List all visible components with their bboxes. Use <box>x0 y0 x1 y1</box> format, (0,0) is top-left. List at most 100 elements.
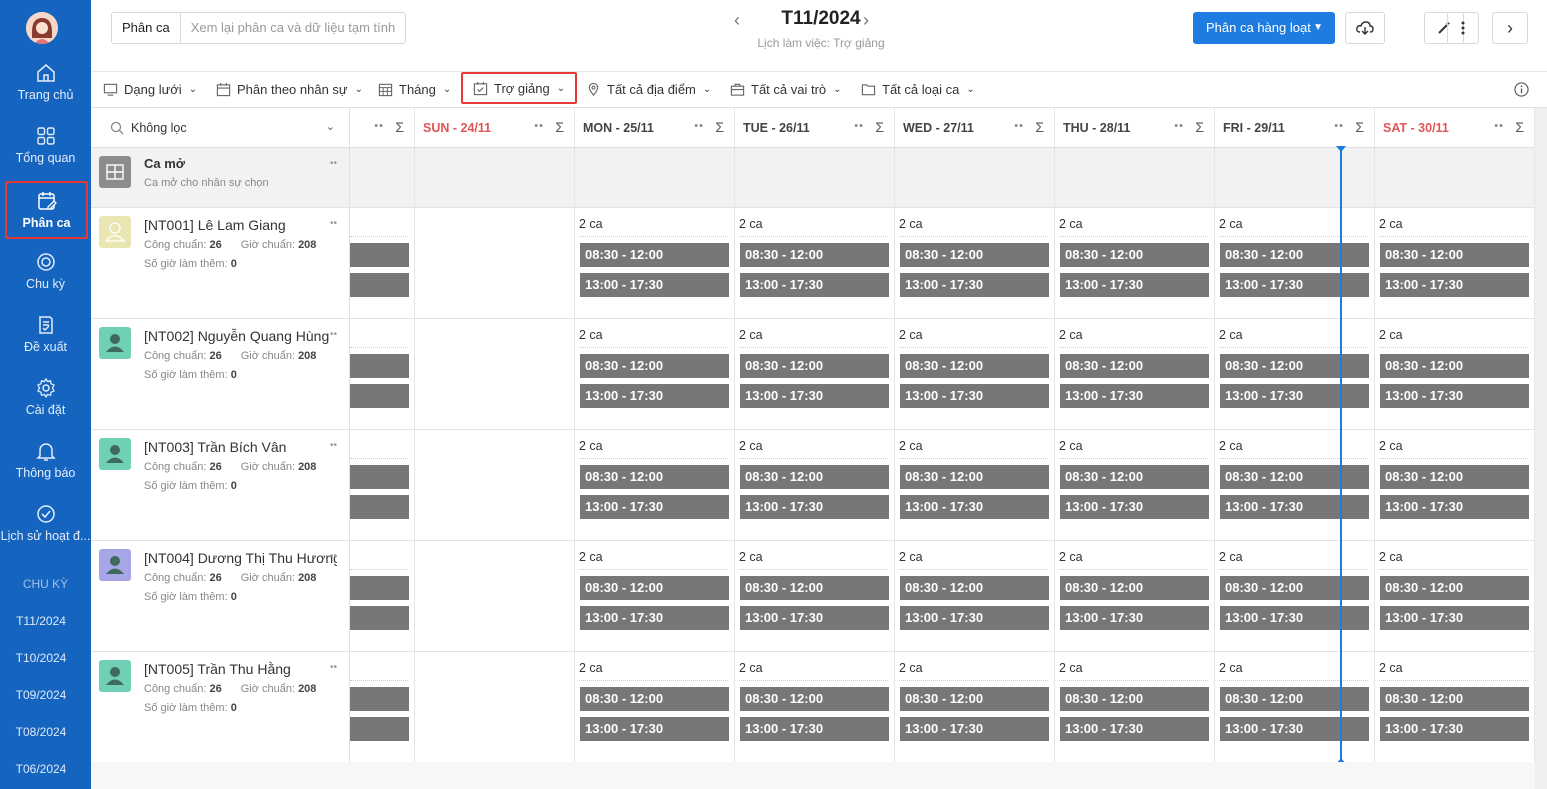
day-cell[interactable]: 2 ca 08:30 - 12:00 13:00 - 17:30 <box>895 541 1055 651</box>
shift-block[interactable]: 13:00 - 17:30 <box>1380 384 1529 408</box>
day-cell[interactable]: 2 ca 08:30 - 12:00 13:00 - 17:30 <box>1215 652 1375 762</box>
shift-block[interactable] <box>350 606 409 630</box>
day-cell[interactable]: 2 ca 08:30 - 12:00 13:00 - 17:30 <box>1055 208 1215 318</box>
shift-block[interactable]: 08:30 - 12:00 <box>740 576 889 600</box>
shift-block[interactable]: 13:00 - 17:30 <box>740 717 889 741</box>
sidebar-item-6[interactable]: Cài đặt <box>0 377 91 437</box>
shift-block[interactable]: 13:00 - 17:30 <box>1220 384 1369 408</box>
day-cell[interactable]: 2 ca 08:30 - 12:00 13:00 - 17:30 <box>1055 652 1215 762</box>
more-icon[interactable]: •• <box>694 120 704 132</box>
shift-block[interactable]: 08:30 - 12:00 <box>900 687 1049 711</box>
view-mode-dropdown[interactable]: Dạng lưới ⌄ <box>103 72 197 106</box>
shift-block[interactable]: 13:00 - 17:30 <box>740 384 889 408</box>
shift-block[interactable]: 13:00 - 17:30 <box>1060 717 1209 741</box>
shift-block[interactable]: 13:00 - 17:30 <box>580 273 729 297</box>
shift-block[interactable]: 13:00 - 17:30 <box>900 495 1049 519</box>
shift-block[interactable]: 08:30 - 12:00 <box>1060 576 1209 600</box>
day-cell[interactable]: 2 ca 08:30 - 12:00 13:00 - 17:30 <box>1375 652 1535 762</box>
shift-block[interactable]: 13:00 - 17:30 <box>740 495 889 519</box>
shift-block[interactable]: 08:30 - 12:00 <box>1060 243 1209 267</box>
sum-icon[interactable]: Σ <box>715 119 724 135</box>
day-cell[interactable]: 2 ca 08:30 - 12:00 13:00 - 17:30 <box>1055 319 1215 429</box>
shift-block[interactable]: 08:30 - 12:00 <box>1380 243 1529 267</box>
more-icon[interactable]: •• <box>534 120 544 132</box>
role-group-dropdown[interactable]: Trợ giảng ⌄ <box>461 72 578 104</box>
day-cell-partial[interactable] <box>350 541 415 651</box>
day-cell[interactable]: 2 ca 08:30 - 12:00 13:00 - 17:30 <box>895 319 1055 429</box>
more-icon[interactable]: •• <box>330 218 337 229</box>
expand-panel-button[interactable]: › <box>1492 12 1528 44</box>
day-cell[interactable]: 2 ca 08:30 - 12:00 13:00 - 17:30 <box>735 541 895 651</box>
next-month-icon[interactable]: › <box>863 10 869 31</box>
shift-block[interactable]: 08:30 - 12:00 <box>1060 354 1209 378</box>
shift-block[interactable]: 13:00 - 17:30 <box>1060 495 1209 519</box>
shift-block[interactable]: 08:30 - 12:00 <box>1220 687 1369 711</box>
employee-name[interactable]: [NT001] Lê Lam Giang <box>144 217 337 233</box>
shift-block[interactable]: 08:30 - 12:00 <box>580 576 729 600</box>
more-icon[interactable]: •• <box>1174 120 1184 132</box>
day-cell[interactable]: 2 ca 08:30 - 12:00 13:00 - 17:30 <box>895 208 1055 318</box>
shift-block[interactable] <box>350 576 409 600</box>
more-icon[interactable]: •• <box>330 158 337 169</box>
shift-block[interactable] <box>350 354 409 378</box>
shift-block[interactable]: 13:00 - 17:30 <box>1220 606 1369 630</box>
open-shift-cell[interactable] <box>895 148 1055 207</box>
shift-block[interactable]: 13:00 - 17:30 <box>580 384 729 408</box>
more-icon[interactable]: •• <box>1494 120 1504 132</box>
day-cell[interactable] <box>415 208 575 318</box>
sidebar-item-7[interactable]: Thông báo <box>0 440 91 500</box>
shift-block[interactable]: 08:30 - 12:00 <box>1220 576 1369 600</box>
open-shift-cell[interactable] <box>735 148 895 207</box>
group-by-dropdown[interactable]: Phân theo nhân sự ⌄ <box>216 72 363 106</box>
sidebar-item-8[interactable]: Lịch sử hoạt đ... <box>0 503 91 563</box>
day-cell-partial[interactable] <box>350 430 415 540</box>
shift-block[interactable] <box>350 384 409 408</box>
shift-block[interactable]: 08:30 - 12:00 <box>1220 243 1369 267</box>
sidebar-period-item[interactable]: T08/2024 <box>0 725 82 739</box>
shift-block[interactable]: 08:30 - 12:00 <box>580 687 729 711</box>
day-cell[interactable]: 2 ca 08:30 - 12:00 13:00 - 17:30 <box>895 430 1055 540</box>
sidebar-period-item[interactable]: T06/2024 <box>0 762 82 776</box>
more-icon[interactable]: •• <box>330 662 337 673</box>
shift-block[interactable]: 13:00 - 17:30 <box>580 717 729 741</box>
day-cell[interactable]: 2 ca 08:30 - 12:00 13:00 - 17:30 <box>1375 541 1535 651</box>
shift-block[interactable]: 08:30 - 12:00 <box>580 354 729 378</box>
sidebar-item-2[interactable]: Tổng quan <box>0 125 91 185</box>
shift-block[interactable]: 13:00 - 17:30 <box>1380 717 1529 741</box>
day-cell[interactable]: 2 ca 08:30 - 12:00 13:00 - 17:30 <box>735 652 895 762</box>
open-shift-cell[interactable] <box>1375 148 1535 207</box>
day-cell[interactable]: 2 ca 08:30 - 12:00 13:00 - 17:30 <box>1375 208 1535 318</box>
shift-block[interactable] <box>350 243 409 267</box>
sum-icon[interactable]: Σ <box>1355 119 1364 135</box>
sum-icon[interactable]: Σ <box>1035 119 1044 135</box>
shift-block[interactable]: 08:30 - 12:00 <box>740 354 889 378</box>
shift-block[interactable] <box>350 687 409 711</box>
sidebar-item-4[interactable]: Chu kỳ <box>0 251 91 311</box>
day-cell[interactable] <box>415 652 575 762</box>
day-cell[interactable]: 2 ca 08:30 - 12:00 13:00 - 17:30 <box>575 319 735 429</box>
day-cell[interactable]: 2 ca 08:30 - 12:00 13:00 - 17:30 <box>575 652 735 762</box>
shift-block[interactable]: 13:00 - 17:30 <box>900 606 1049 630</box>
shift-block[interactable]: 13:00 - 17:30 <box>900 384 1049 408</box>
open-shift-cell[interactable] <box>415 148 575 207</box>
day-cell[interactable] <box>415 430 575 540</box>
sidebar-period-item[interactable]: T09/2024 <box>0 688 82 702</box>
open-shift-cell[interactable] <box>1215 148 1375 207</box>
shift-block[interactable]: 08:30 - 12:00 <box>900 243 1049 267</box>
shift-block[interactable]: 08:30 - 12:00 <box>1380 465 1529 489</box>
more-icon[interactable]: •• <box>374 120 384 132</box>
day-cell[interactable]: 2 ca 08:30 - 12:00 13:00 - 17:30 <box>895 652 1055 762</box>
shift-block[interactable]: 08:30 - 12:00 <box>1060 465 1209 489</box>
more-icon[interactable]: •• <box>330 329 337 340</box>
shift-block[interactable]: 08:30 - 12:00 <box>740 243 889 267</box>
shift-block[interactable]: 13:00 - 17:30 <box>1380 495 1529 519</box>
shift-block[interactable]: 13:00 - 17:30 <box>1220 273 1369 297</box>
shift-block[interactable]: 08:30 - 12:00 <box>740 687 889 711</box>
shift-block[interactable]: 13:00 - 17:30 <box>1060 606 1209 630</box>
day-cell[interactable]: 2 ca 08:30 - 12:00 13:00 - 17:30 <box>575 430 735 540</box>
shift-block[interactable]: 13:00 - 17:30 <box>740 606 889 630</box>
day-cell[interactable]: 2 ca 08:30 - 12:00 13:00 - 17:30 <box>1055 430 1215 540</box>
sum-icon[interactable]: Σ <box>1515 119 1524 135</box>
shift-block[interactable]: 13:00 - 17:30 <box>900 717 1049 741</box>
more-icon[interactable]: •• <box>1334 120 1344 132</box>
